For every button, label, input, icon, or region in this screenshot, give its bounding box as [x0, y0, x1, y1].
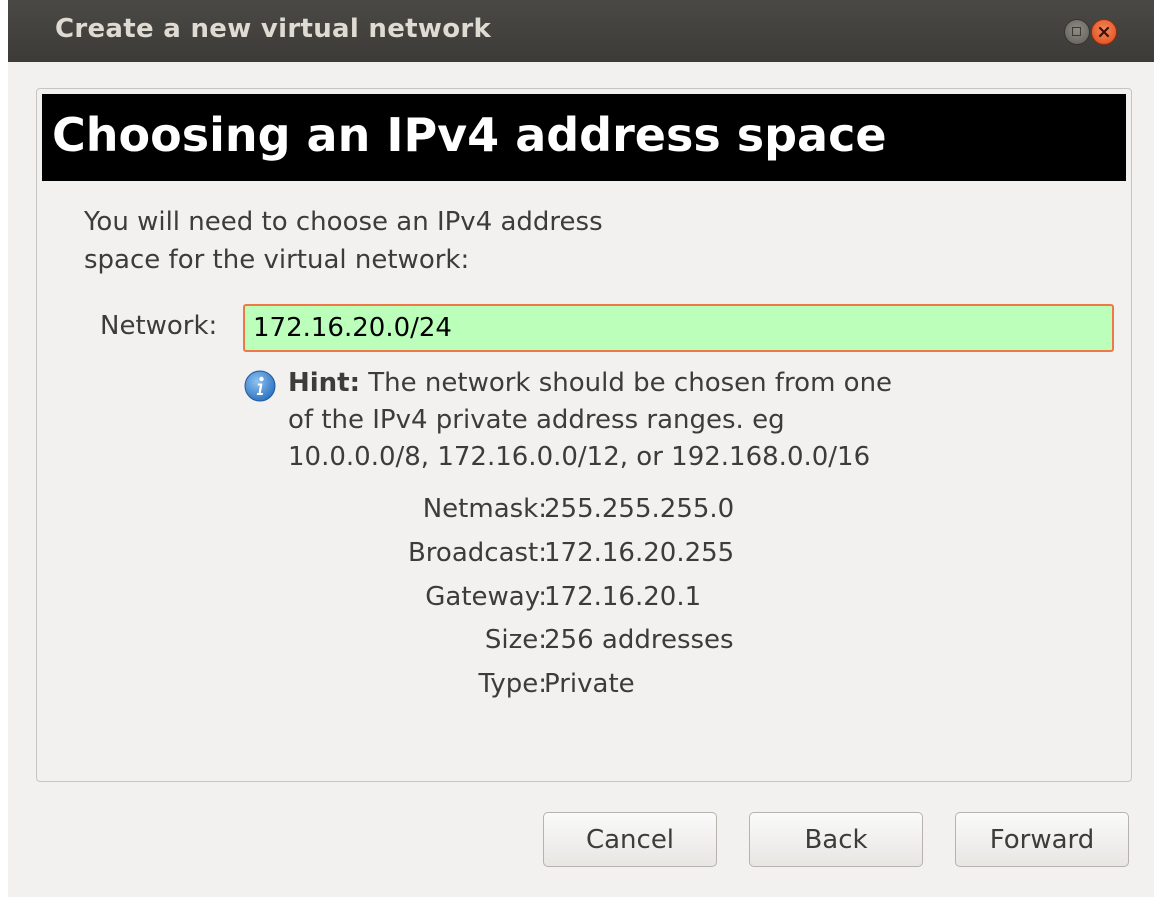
- intro-line: space for the virtual network:: [84, 245, 470, 275]
- dialog-window: Create a new virtual network Choosing an…: [8, 0, 1154, 897]
- back-button[interactable]: Back: [749, 812, 923, 867]
- type-row: Type: Private: [37, 669, 1131, 709]
- cancel-button[interactable]: Cancel: [543, 812, 717, 867]
- hint-line-text: The network should be chosen from one: [360, 368, 893, 398]
- type-value: Private: [544, 669, 635, 699]
- intro-text: You will need to choose an IPv4 address …: [84, 203, 603, 279]
- intro-line: You will need to choose an IPv4 address: [84, 207, 603, 237]
- gateway-row: Gateway: 172.16.20.1: [37, 582, 1131, 622]
- wizard-page: Choosing an IPv4 address space You will …: [36, 88, 1132, 782]
- info-icon: [244, 370, 276, 406]
- size-row: Size: 256 addresses: [37, 625, 1131, 665]
- broadcast-label: Broadcast:: [407, 538, 547, 568]
- network-input[interactable]: [243, 304, 1114, 352]
- close-icon[interactable]: [1091, 19, 1117, 45]
- netmask-value: 255.255.255.0: [544, 494, 735, 524]
- gateway-label: Gateway:: [425, 582, 547, 612]
- window-title: Create a new virtual network: [55, 14, 492, 44]
- size-label: Size:: [484, 625, 547, 655]
- netmask-label: Netmask:: [422, 494, 547, 524]
- type-label: Type:: [478, 669, 547, 699]
- hint-line: 10.0.0.0/8, 172.16.0.0/12, or 192.168.0.…: [288, 442, 871, 472]
- broadcast-row: Broadcast: 172.16.20.255: [37, 538, 1131, 578]
- page-title: Choosing an IPv4 address space: [52, 108, 887, 162]
- title-bar[interactable]: Create a new virtual network: [8, 0, 1154, 62]
- hint-line: Hint: The network should be chosen from …: [288, 365, 892, 402]
- forward-button[interactable]: Forward: [955, 812, 1129, 867]
- page-banner: Choosing an IPv4 address space: [42, 94, 1126, 181]
- broadcast-value: 172.16.20.255: [544, 538, 735, 568]
- gateway-value: 172.16.20.1: [544, 582, 702, 612]
- size-value: 256 addresses: [544, 625, 734, 655]
- hint-line: of the IPv4 private address ranges. eg: [288, 405, 785, 435]
- netmask-row: Netmask: 255.255.255.0: [37, 494, 1131, 534]
- hint-label: Hint:: [288, 368, 361, 398]
- maximize-icon[interactable]: [1064, 19, 1090, 45]
- network-label: Network:: [100, 311, 218, 341]
- hint-text: Hint: The network should be chosen from …: [288, 365, 892, 476]
